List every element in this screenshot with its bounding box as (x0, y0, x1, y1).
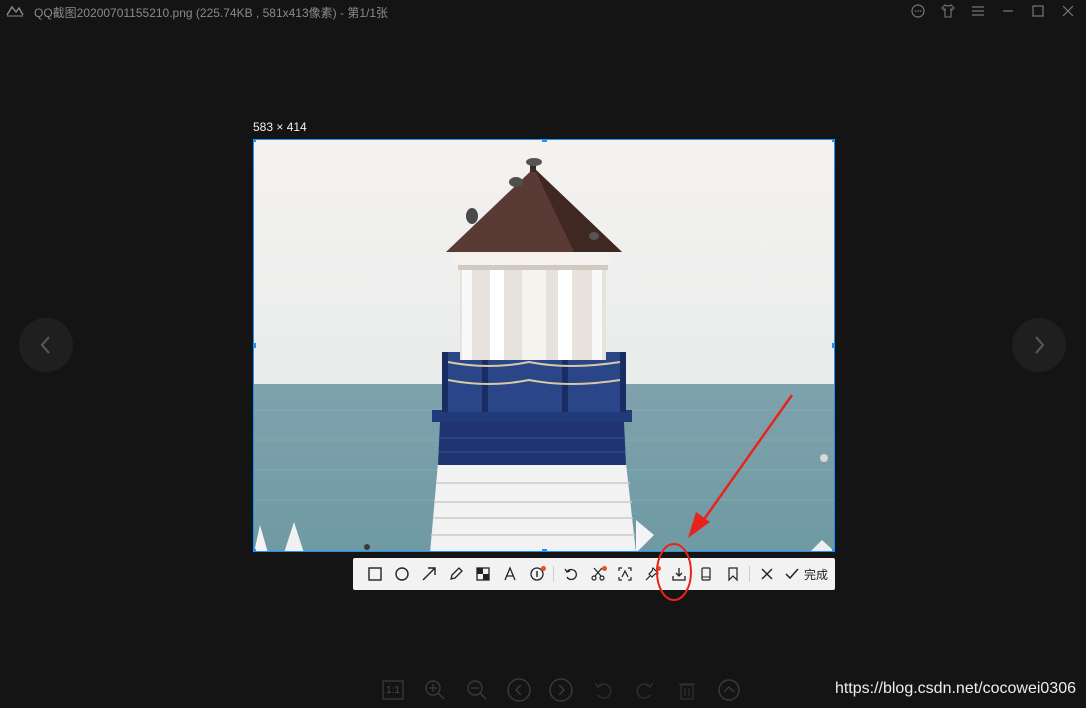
chat-bubble-icon[interactable] (910, 3, 926, 19)
check-icon (785, 568, 799, 580)
actual-size-button[interactable]: 1:1 (380, 677, 406, 703)
screenshot-toolbar: 完成 (353, 558, 835, 590)
text-icon[interactable] (496, 561, 523, 588)
pencil-icon[interactable] (442, 561, 469, 588)
resize-handle-right[interactable] (832, 343, 834, 348)
resize-handle-bottom-left[interactable] (254, 549, 256, 551)
previous-circle-icon[interactable] (506, 677, 532, 703)
window-title: QQ截图20200701155210.png (225.74KB , 581x4… (34, 6, 388, 20)
resize-handle-top-left[interactable] (254, 140, 256, 142)
viewer-bottom-toolbar: 1:1 (380, 676, 742, 704)
resize-handle-bottom[interactable] (542, 549, 547, 551)
rotate-right-icon[interactable] (632, 677, 658, 703)
resize-handle-top[interactable] (542, 140, 547, 142)
more-up-circle-icon[interactable] (716, 677, 742, 703)
next-circle-icon[interactable] (548, 677, 574, 703)
undo-icon[interactable] (557, 561, 584, 588)
app-image-icon (6, 3, 24, 22)
ocr-icon[interactable] (611, 561, 638, 588)
maximize-icon[interactable] (1030, 3, 1046, 19)
zoom-out-icon[interactable] (464, 677, 490, 703)
download-save-icon[interactable] (665, 561, 692, 588)
bookmark-icon[interactable] (719, 561, 746, 588)
lighthouse-photo (254, 140, 834, 551)
rectangle-icon[interactable] (361, 561, 388, 588)
actual-size-label: 1:1 (386, 684, 400, 696)
resize-handle-left[interactable] (254, 343, 256, 348)
arrow-icon[interactable] (415, 561, 442, 588)
resize-handle-bottom-right[interactable] (832, 549, 834, 551)
number-marker-icon[interactable] (523, 561, 550, 588)
tshirt-skin-icon[interactable] (940, 3, 956, 19)
selection-size-label: 583 × 414 (253, 120, 307, 134)
next-image-button[interactable] (1012, 318, 1066, 372)
scissors-icon[interactable] (584, 561, 611, 588)
delete-trash-icon[interactable] (674, 677, 700, 703)
chevron-left-icon (40, 336, 50, 354)
screenshot-selection[interactable] (253, 139, 835, 552)
previous-image-button[interactable] (19, 318, 73, 372)
pin-icon[interactable] (638, 561, 665, 588)
close-icon[interactable] (1060, 3, 1076, 19)
zoom-in-icon[interactable] (422, 677, 448, 703)
chevron-right-icon (1035, 336, 1045, 354)
resize-handle-top-right[interactable] (832, 140, 834, 142)
cancel-icon[interactable] (753, 561, 780, 588)
finish-label: 完成 (804, 567, 829, 582)
mosaic-icon[interactable] (469, 561, 496, 588)
watermark-url: https://blog.csdn.net/cocowei0306 (834, 680, 1076, 697)
minimize-icon[interactable] (1000, 3, 1016, 19)
title-bar: QQ截图20200701155210.png (225.74KB , 581x4… (0, 0, 1086, 22)
phone-icon[interactable] (692, 561, 719, 588)
menu-icon[interactable] (970, 3, 986, 19)
ellipse-icon[interactable] (388, 561, 415, 588)
finish-button[interactable]: 完成 (784, 566, 828, 583)
rotate-left-icon[interactable] (590, 677, 616, 703)
